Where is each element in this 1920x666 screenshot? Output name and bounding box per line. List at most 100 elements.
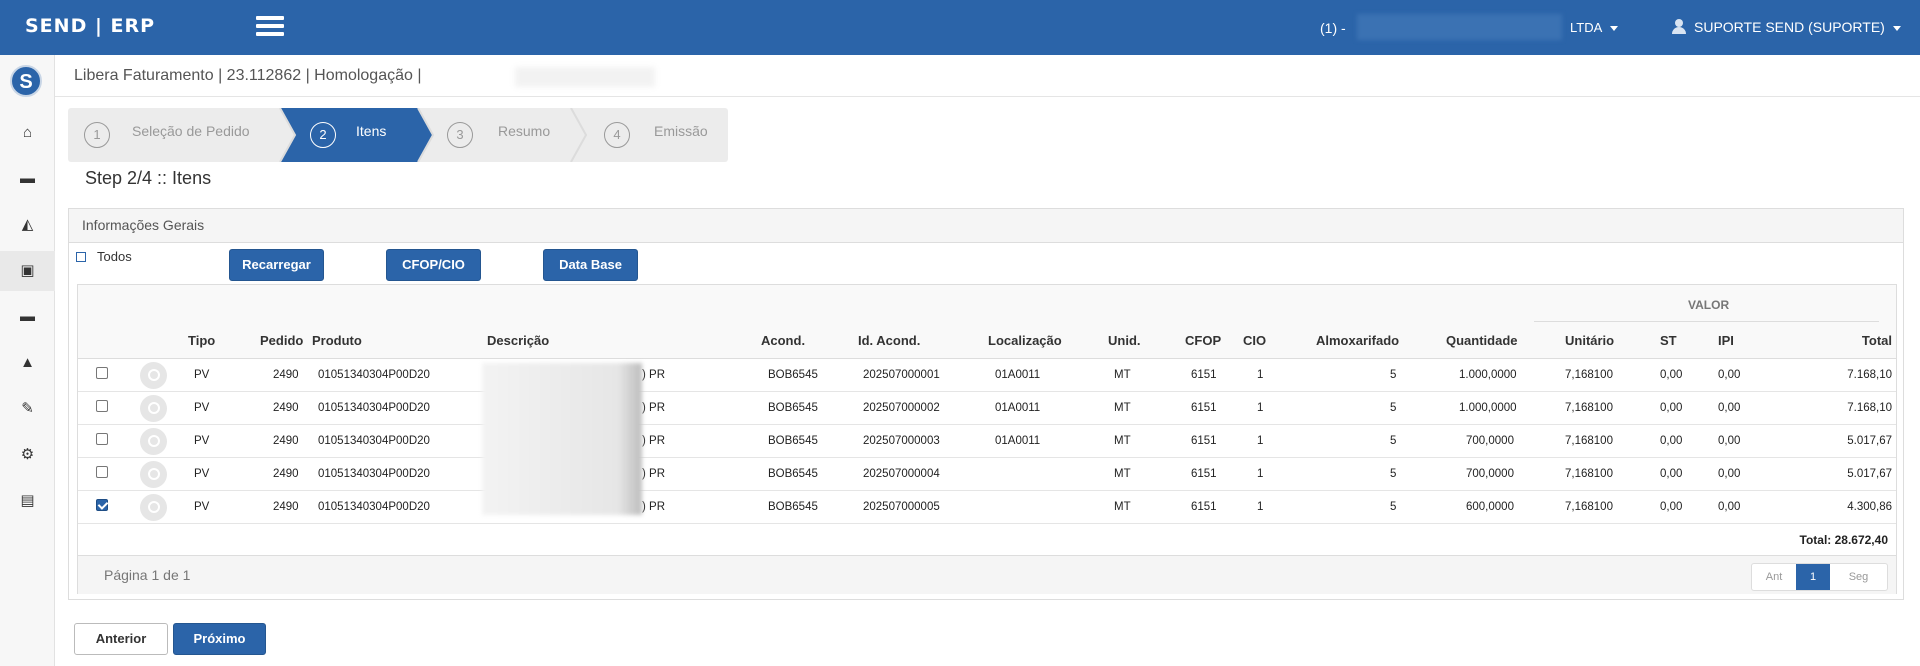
col-ipi[interactable]: IPI xyxy=(1718,333,1734,348)
cell-ipi: 0,00 xyxy=(1718,468,1741,480)
cell-acond: BOB6545 xyxy=(768,501,818,513)
company-selector[interactable]: LTDA xyxy=(1570,20,1619,35)
company-name-redacted xyxy=(1357,14,1562,40)
cell-quantidade: 700,0000 xyxy=(1466,468,1514,480)
truck-icon[interactable]: ▬ xyxy=(0,297,55,337)
col-cfop[interactable]: CFOP xyxy=(1185,333,1221,348)
search-icon[interactable] xyxy=(140,461,167,488)
page-1-button[interactable]: 1 xyxy=(1796,564,1830,590)
cell-produto: 01051340304P00D20 xyxy=(318,369,430,381)
cell-descricao: ) PR xyxy=(642,501,665,513)
table-row[interactable]: PV 2490 01051340304P00D20 ) PR BOB6545 2… xyxy=(78,359,1896,392)
col-total[interactable]: Total xyxy=(1862,333,1892,348)
step-number: 4 xyxy=(604,122,630,148)
cell-quantidade: 1.000,0000 xyxy=(1459,402,1517,414)
panel-header: Informações Gerais xyxy=(69,209,1903,243)
col-quantidade[interactable]: Quantidade xyxy=(1446,333,1518,348)
cell-st: 0,00 xyxy=(1660,369,1683,381)
row-checkbox[interactable] xyxy=(96,433,108,445)
step-label: Emissão xyxy=(654,123,708,139)
wizard-step-itens[interactable]: 2 Itens xyxy=(280,108,430,162)
wizard-step-emissao[interactable]: 4 Emissão xyxy=(586,108,728,162)
cell-descricao: ) PR xyxy=(642,369,665,381)
cell-unitario: 7,168100 xyxy=(1565,468,1613,480)
row-checkbox[interactable] xyxy=(96,499,108,511)
row-checkbox[interactable] xyxy=(96,367,108,379)
wizard-step-resumo[interactable]: 3 Resumo xyxy=(433,108,583,162)
road-icon[interactable]: ▲ xyxy=(0,343,55,383)
menu-toggle-icon[interactable] xyxy=(256,16,284,36)
search-icon[interactable] xyxy=(140,362,167,389)
user-name: SUPORTE SEND (SUPORTE) xyxy=(1694,19,1885,35)
col-acond[interactable]: Acond. xyxy=(761,333,805,348)
search-icon[interactable] xyxy=(140,428,167,455)
top-bar: SEND | ERP (1) - LTDA SUPORTE SEND (SUPO… xyxy=(0,0,1920,55)
next-button[interactable]: Próximo xyxy=(173,623,266,655)
col-unitario[interactable]: Unitário xyxy=(1565,333,1614,348)
row-checkbox[interactable] xyxy=(96,400,108,412)
user-menu[interactable]: SUPORTE SEND (SUPORTE) xyxy=(1672,19,1901,35)
brand-logo[interactable]: SEND | ERP xyxy=(25,15,155,37)
cell-cio: 1 xyxy=(1257,369,1264,381)
page-info: Página 1 de 1 xyxy=(104,567,191,583)
chart-icon[interactable]: ◭ xyxy=(0,205,55,245)
gears-icon[interactable]: ⚙ xyxy=(0,435,55,475)
cell-ipi: 0,00 xyxy=(1718,435,1741,447)
cell-ipi: 0,00 xyxy=(1718,369,1741,381)
select-all-checkbox[interactable] xyxy=(76,252,86,262)
col-tipo[interactable]: Tipo xyxy=(188,333,215,348)
caret-down-icon xyxy=(1892,25,1901,31)
valor-group-header: VALOR xyxy=(1688,298,1730,312)
cell-st: 0,00 xyxy=(1660,402,1683,414)
col-st[interactable]: ST xyxy=(1660,333,1677,348)
next-page-button[interactable]: Seg xyxy=(1830,564,1887,590)
table-row[interactable]: PV 2490 01051340304P00D20 ) PR BOB6545 2… xyxy=(78,491,1896,524)
table-row[interactable]: PV 2490 01051340304P00D20 ) PR BOB6545 2… xyxy=(78,392,1896,425)
table-row[interactable]: PV 2490 01051340304P00D20 ) PR BOB6545 2… xyxy=(78,425,1896,458)
col-id-acond[interactable]: Id. Acond. xyxy=(858,333,920,348)
home-icon[interactable]: ⌂ xyxy=(0,113,55,153)
cell-pedido: 2490 xyxy=(273,402,299,414)
row-checkbox[interactable] xyxy=(96,466,108,478)
app-logo-icon[interactable]: S xyxy=(10,65,42,97)
col-pedido[interactable]: Pedido xyxy=(260,333,303,348)
wizard-step-selecao[interactable]: 1 Seleção de Pedido xyxy=(68,108,280,162)
cell-acond: BOB6545 xyxy=(768,369,818,381)
col-cio[interactable]: CIO xyxy=(1243,333,1266,348)
print-icon[interactable]: ▤ xyxy=(0,481,55,521)
description-redacted xyxy=(482,363,642,515)
col-almoxarifado[interactable]: Almoxarifado xyxy=(1316,333,1399,348)
id-card-icon[interactable]: ▣ xyxy=(0,251,55,291)
col-descricao[interactable]: Descrição xyxy=(487,333,549,348)
cell-cfop: 6151 xyxy=(1191,402,1217,414)
cell-st: 0,00 xyxy=(1660,501,1683,513)
cell-acond: BOB6545 xyxy=(768,402,818,414)
cell-cfop: 6151 xyxy=(1191,369,1217,381)
col-produto[interactable]: Produto xyxy=(312,333,362,348)
table-row[interactable]: PV 2490 01051340304P00D20 ) PR BOB6545 2… xyxy=(78,458,1896,491)
general-info-panel: Informações Gerais Todos Recarregar CFOP… xyxy=(68,208,1904,600)
cfop-cio-button[interactable]: CFOP/CIO xyxy=(386,249,481,281)
cell-pedido: 2490 xyxy=(273,435,299,447)
col-localizacao[interactable]: Localização xyxy=(988,333,1062,348)
cell-unid: MT xyxy=(1114,501,1131,513)
cell-unitario: 7,168100 xyxy=(1565,501,1613,513)
wrench-icon[interactable]: ✎ xyxy=(0,389,55,429)
col-unid[interactable]: Unid. xyxy=(1108,333,1141,348)
reload-button[interactable]: Recarregar xyxy=(229,249,324,281)
cell-almoxarifado: 5 xyxy=(1390,435,1397,447)
search-icon[interactable] xyxy=(140,494,167,521)
search-icon[interactable] xyxy=(140,395,167,422)
cell-quantidade: 600,0000 xyxy=(1466,501,1514,513)
table-footer: Página 1 de 1 Ant 1 Seg xyxy=(78,555,1896,594)
cell-acond: BOB6545 xyxy=(768,435,818,447)
company-prefix: (1) - xyxy=(1320,20,1346,36)
prev-page-button[interactable]: Ant xyxy=(1752,564,1796,590)
cell-pedido: 2490 xyxy=(273,501,299,513)
data-base-button[interactable]: Data Base xyxy=(543,249,638,281)
previous-button[interactable]: Anterior xyxy=(74,623,168,655)
cell-localizacao: 01A0011 xyxy=(995,402,1041,414)
cell-produto: 01051340304P00D20 xyxy=(318,435,430,447)
cell-almoxarifado: 5 xyxy=(1390,468,1397,480)
truck-icon[interactable]: ▬ xyxy=(0,159,55,199)
